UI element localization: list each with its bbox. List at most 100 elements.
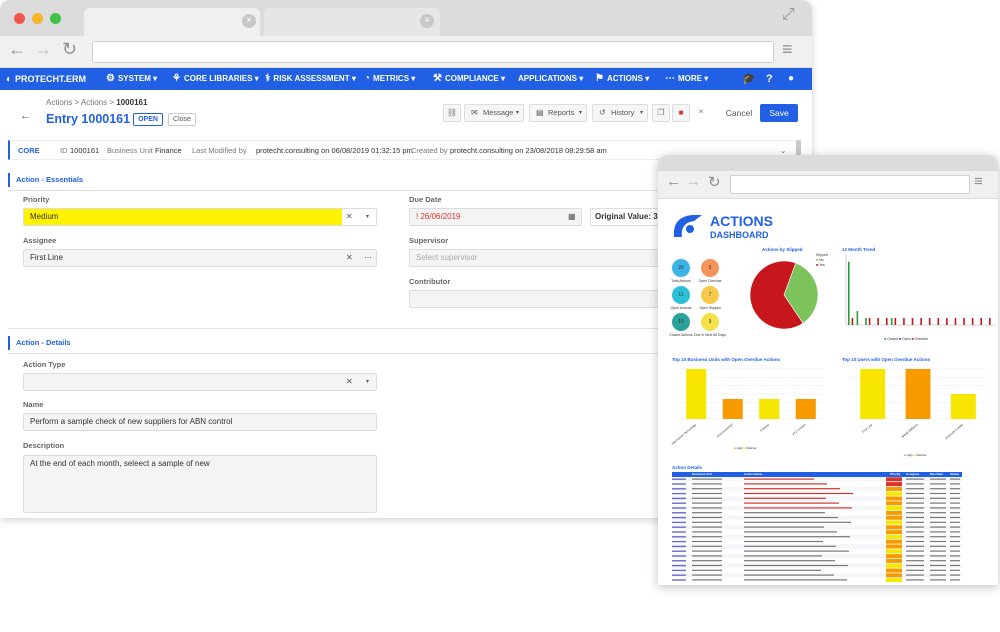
table-cell-date [930,540,946,543]
delete-button[interactable]: ■ [672,104,690,122]
clear-icon[interactable]: ✕ [346,209,353,225]
table-cell-priority [886,563,902,568]
contributor-field[interactable] [409,290,669,308]
description-field[interactable]: At the end of each month, seleect a samp… [23,455,377,513]
app-logo[interactable]: ◐ PROTECHT.ERM [6,68,86,91]
id-value: 1000161 [70,146,100,155]
close-tab-icon[interactable]: × [242,14,256,28]
kpi-label: Due in Next 60 Days [693,333,727,337]
table-cell-name [744,550,849,552]
table-cell-date [930,536,946,538]
action-type-field[interactable]: ✕ ▾ [23,373,377,391]
address-bar[interactable] [92,41,774,63]
reload-icon[interactable]: ↻ [62,39,77,60]
close-window-dot[interactable] [14,13,25,24]
page-title: Entry 1000161 [46,112,131,126]
priority-field[interactable]: Medium ✕ ▾ [23,208,377,226]
close-entry-button[interactable]: Close [168,113,196,126]
trend-bar [885,318,888,325]
users-chart: First Line Wendi Williams Jeremiah Conlee [850,368,986,440]
table-cell-priority [886,539,902,544]
table-cell-assignee [906,521,924,523]
due-date-field[interactable]: ! 26/06/2019 ▦ [409,208,582,226]
menu-core-libraries[interactable]: ⚘ CORE LIBRARIES ▾ [172,68,259,90]
table-cell-date [930,478,946,480]
back-arrow-icon[interactable]: ← [8,39,26,60]
forward-arrow-icon[interactable]: → [34,39,52,60]
table-cell-bu [692,560,722,562]
menu-compliance[interactable]: ⚒ COMPLIANCE ▾ [433,68,505,90]
kpi-due-next-60: 9 [701,313,719,331]
trend-bar [856,311,859,325]
scrollbar-thumb[interactable] [796,140,801,156]
history-button[interactable]: ↺ History ▾ [592,104,648,122]
pie-chart-title: Actions by Slipped [762,247,803,252]
expand-icon[interactable]: ⤢ [782,6,795,24]
table-cell-name [744,545,836,547]
chevron-down-icon: ▾ [578,110,582,116]
link-button[interactable]: ⛓ [443,104,461,122]
table-cell-priority [886,568,902,573]
table-cell-date [930,507,946,509]
dashboard-address-bar[interactable] [730,175,970,194]
trend-bar [963,318,965,325]
pie-chart [749,260,819,330]
browser-tab-1[interactable]: × [84,8,260,36]
menu-more[interactable]: ⋯ MORE ▾ [665,68,708,90]
clear-icon[interactable]: ✕ [346,250,353,266]
browser-tab-2[interactable]: × [264,8,440,36]
menu-actions[interactable]: ⚑ ACTIONS ▾ [595,68,649,90]
breadcrumb-actions-2[interactable]: Actions [81,98,107,107]
graduation-cap-icon[interactable]: 🎓 [742,68,756,90]
user-icon[interactable]: ● [788,68,794,90]
cancel-button[interactable]: Cancel [722,104,756,122]
kpi-label: Open Overdue [698,279,722,283]
back-arrow-icon[interactable]: ← [20,110,31,122]
pie-legend-yes: ■ Yes [816,263,825,267]
reload-icon[interactable]: ↻ [708,173,721,191]
table-cell-id [672,516,686,519]
calendar-icon[interactable]: ▦ [568,209,576,225]
table-cell-id [672,483,686,485]
back-arrow-icon[interactable]: ← [666,173,681,190]
users-legend: ■ High ■ Medium [904,453,927,457]
menu-metrics[interactable]: ◔ METRICS ▾ [364,68,415,90]
table-cell-status [950,497,960,499]
supervisor-label: Supervisor [409,236,449,245]
save-button[interactable]: Save [760,104,798,122]
hamburger-icon[interactable]: ≡ [974,173,983,190]
table-cell-name [744,516,838,519]
chevron-down-icon[interactable]: ▾ [366,209,369,225]
name-field[interactable]: Perform a sample check of new suppliers … [23,413,377,431]
chevron-down-icon[interactable]: ▾ [366,374,369,390]
menu-applications[interactable]: APPLICATIONS ▾ [518,68,583,90]
supervisor-field[interactable]: Select supervisor [409,249,669,267]
table-cell-status [950,512,960,514]
users-category-label: Wendi Williams [900,422,919,439]
maximize-window-dot[interactable] [50,13,61,24]
hamburger-icon[interactable]: ≡ [782,39,793,60]
last-modified-label: Last Modified by [192,146,247,155]
minimize-window-dot[interactable] [32,13,43,24]
menu-system[interactable]: ⚙ SYSTEM ▾ [106,68,157,90]
copy-button[interactable]: ❐ [652,104,670,122]
menu-risk-assessment[interactable]: ⚕ RISK ASSESSMENT ▾ [265,68,356,90]
assignee-field[interactable]: First Line ✕ ⋯ [23,249,377,267]
close-tab-icon[interactable]: × [420,14,434,28]
more-options-icon[interactable]: ⋯ [364,250,372,266]
clear-icon[interactable]: ✕ [346,374,353,390]
table-cell-priority [886,578,902,583]
trend-bar [911,318,914,325]
message-button[interactable]: ✉ Message ▾ [464,104,524,122]
table-cell-assignee [906,564,924,567]
table-cell-date [930,579,946,581]
reports-button[interactable]: ▤ Reports ▾ [529,104,587,122]
help-icon[interactable]: ? [766,68,773,90]
table-cell-date [930,497,946,499]
table-cell-date [930,502,946,504]
forward-arrow-icon[interactable]: → [686,173,701,190]
dismiss-button[interactable]: × [692,104,710,122]
breadcrumb-actions-1[interactable]: Actions [46,98,72,107]
trend-bar [890,318,893,325]
action-type-label: Action Type [23,360,66,369]
